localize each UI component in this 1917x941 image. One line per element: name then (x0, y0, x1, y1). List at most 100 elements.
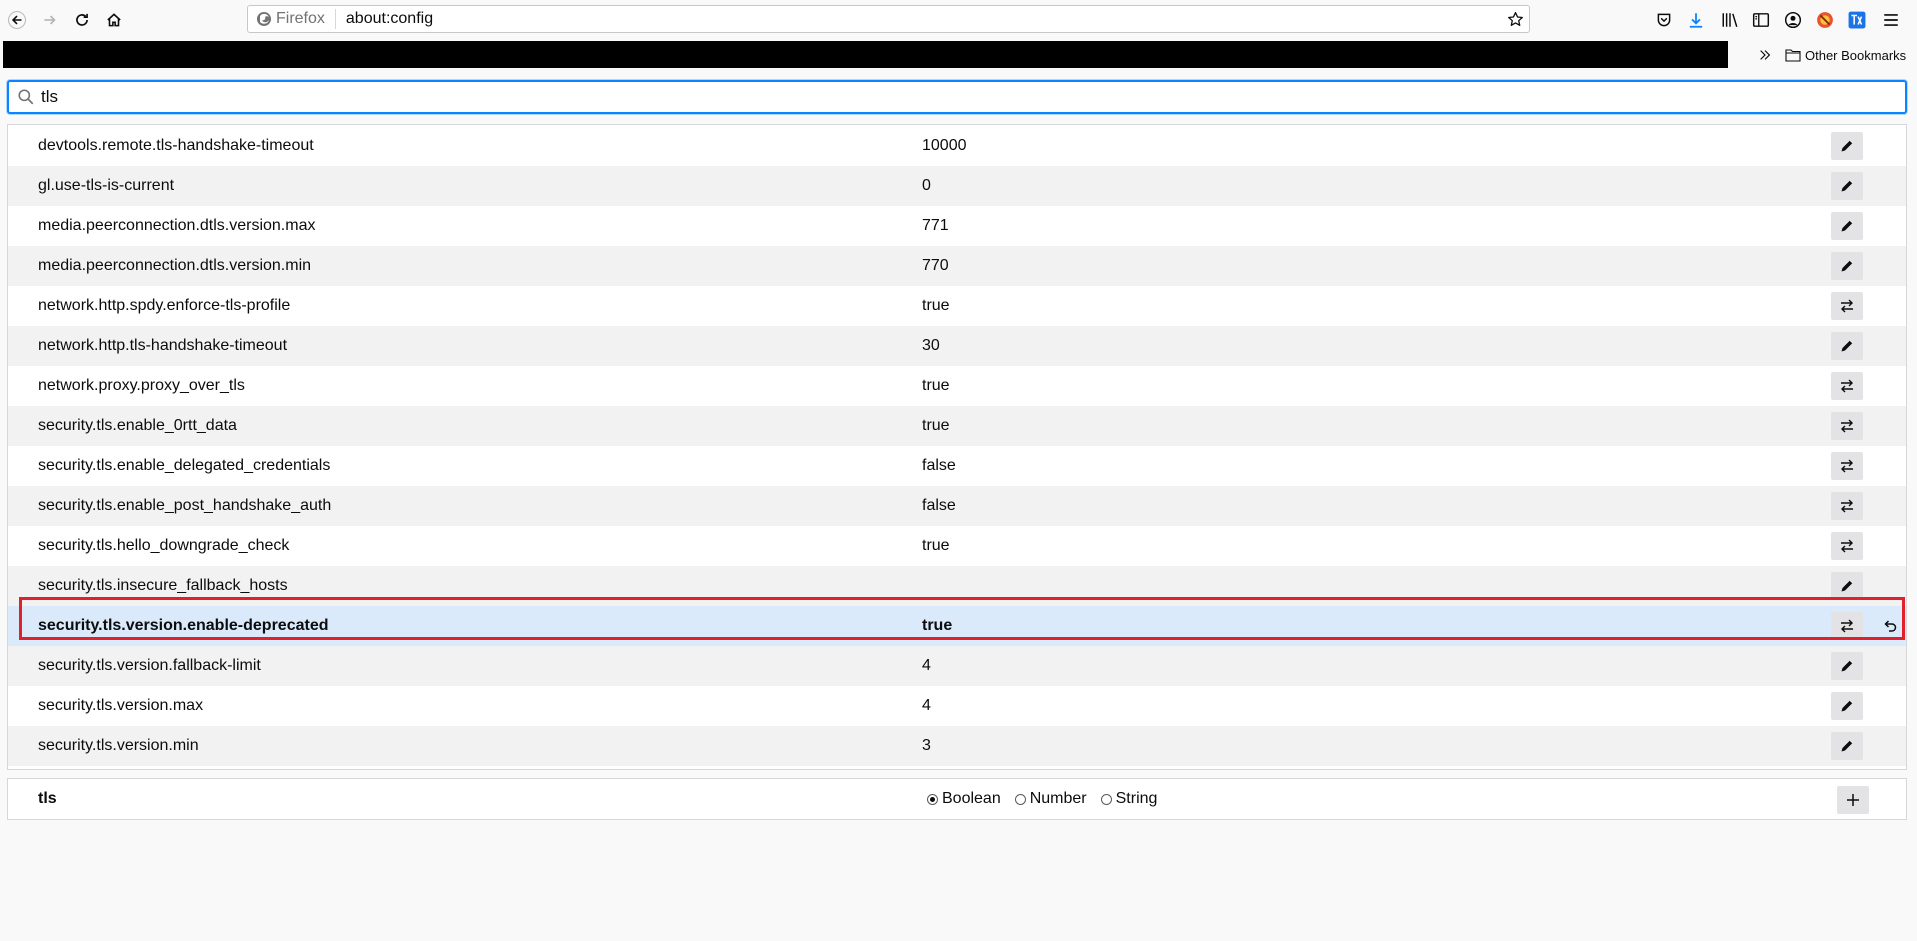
search-input[interactable] (41, 87, 1841, 107)
back-arrow-icon (8, 11, 26, 29)
pref-row[interactable]: media.peerconnection.dtls.version.min 770 (8, 246, 1906, 286)
translate-extension-button[interactable] (1845, 8, 1869, 32)
pref-row[interactable]: gl.use-tls-is-current 0 (8, 166, 1906, 206)
pref-value: true (922, 537, 950, 554)
edit-button[interactable] (1831, 172, 1863, 200)
extension-button[interactable] (1813, 8, 1837, 32)
radio-circle[interactable] (1100, 793, 1112, 805)
pref-row[interactable]: devtools.remote.tls-handshake-timeout 100… (8, 126, 1906, 166)
pref-value: true (922, 297, 950, 314)
pref-row[interactable]: network.http.spdy.enforce-tls-profile tru… (8, 286, 1906, 326)
pref-row[interactable]: security.tls.version.enable-deprecated tr… (8, 606, 1906, 646)
toggle-arrows-icon (1841, 619, 1853, 633)
pref-row[interactable]: security.tls.insecure_fallback_hosts (8, 566, 1906, 606)
toggle-button[interactable] (1831, 452, 1863, 480)
pref-row[interactable]: security.tls.version.fallback-limit 4 (8, 646, 1906, 686)
radio-circle[interactable] (1014, 793, 1026, 805)
library-icon (1722, 13, 1738, 27)
forward-button[interactable] (34, 4, 66, 36)
identity-box[interactable]: Firefox (248, 9, 336, 29)
pref-name: media.peerconnection.dtls.version.min (38, 257, 312, 274)
home-button[interactable] (98, 4, 130, 36)
edit-button[interactable] (1831, 332, 1863, 360)
pref-row[interactable]: media.peerconnection.dtls.version.max 771 (8, 206, 1906, 246)
navigation-toolbar: Firefox about:config (0, 0, 1917, 41)
edit-button[interactable] (1831, 252, 1863, 280)
pref-row[interactable]: network.http.tls-handshake-timeout 30 (8, 326, 1906, 366)
menu-button[interactable] (1879, 8, 1903, 32)
pref-row[interactable]: security.tls.enable_post_handshake_auth f… (8, 486, 1906, 526)
pencil-icon (1841, 140, 1853, 152)
sidebar-button[interactable] (1749, 8, 1773, 32)
pref-row[interactable]: security.tls.hello_downgrade_check true (8, 526, 1906, 566)
edit-button[interactable] (1831, 132, 1863, 160)
type-radio-boolean[interactable]: Boolean (927, 790, 1001, 808)
url-bar[interactable]: Firefox about:config (247, 5, 1530, 33)
pref-value: 0 (922, 177, 931, 194)
pref-name: security.tls.enable_post_handshake_auth (38, 497, 332, 514)
toggle-button[interactable] (1831, 492, 1863, 520)
radio-label: Number (1029, 790, 1087, 807)
add-preference-row: tls Boolean Number String (7, 778, 1907, 820)
pref-row[interactable]: security.tls.version.min 3 (8, 726, 1906, 766)
plus-icon (1847, 794, 1859, 806)
pref-row[interactable]: network.proxy.proxy_over_tls true (8, 366, 1906, 406)
toggle-arrows-icon (1841, 419, 1853, 433)
pref-name: gl.use-tls-is-current (38, 177, 175, 194)
toggle-arrows-icon (1841, 499, 1853, 513)
edit-button[interactable] (1831, 732, 1863, 760)
pencil-icon (1841, 700, 1853, 712)
redacted-bookmarks (3, 41, 1728, 68)
pref-name: security.tls.version.fallback-limit (38, 657, 261, 674)
pref-value: 771 (922, 217, 949, 234)
bookmarks-overflow-button[interactable] (1755, 45, 1775, 65)
toggle-button[interactable] (1831, 532, 1863, 560)
star-icon (1507, 11, 1523, 26)
pref-value: true (922, 417, 950, 434)
preferences-table: devtools.remote.tls-handshake-timeout 100… (7, 124, 1907, 770)
pref-name: security.tls.version.enable-deprecated (38, 617, 329, 634)
pref-row[interactable]: security.tls.version.max 4 (8, 686, 1906, 726)
reset-icon (1884, 620, 1897, 632)
account-button[interactable] (1781, 8, 1805, 32)
back-button[interactable] (1, 4, 33, 36)
bookmark-star-button[interactable] (1501, 5, 1529, 33)
url-text[interactable]: about:config (336, 10, 1501, 28)
type-radio-string[interactable]: String (1100, 790, 1158, 808)
pref-value: 4 (922, 657, 931, 674)
toggle-button[interactable] (1831, 292, 1863, 320)
toggle-button[interactable] (1831, 412, 1863, 440)
toggle-arrows-icon (1841, 379, 1853, 393)
translate-icon (1848, 11, 1866, 29)
edit-button[interactable] (1831, 692, 1863, 720)
pref-name: security.tls.hello_downgrade_check (38, 537, 290, 554)
pencil-icon (1841, 180, 1853, 192)
pref-name: network.http.spdy.enforce-tls-profile (38, 297, 291, 314)
save-to-pocket-button[interactable] (1652, 8, 1676, 32)
library-button[interactable] (1718, 8, 1742, 32)
pocket-icon (1657, 13, 1671, 27)
type-radio-number[interactable]: Number (1014, 790, 1087, 808)
pref-value: false (922, 457, 956, 474)
toggle-button[interactable] (1831, 612, 1863, 640)
reload-button[interactable] (66, 4, 98, 36)
radio-label: String (1115, 790, 1158, 807)
forward-arrow-icon (44, 15, 56, 25)
pref-row[interactable]: security.tls.enable_0rtt_data true (8, 406, 1906, 446)
edit-button[interactable] (1831, 652, 1863, 680)
reset-button[interactable] (1874, 612, 1906, 640)
pref-value: 3 (922, 737, 931, 754)
toggle-button[interactable] (1831, 372, 1863, 400)
identity-label: Firefox (276, 10, 325, 27)
edit-button[interactable] (1831, 572, 1863, 600)
downloads-button[interactable] (1684, 8, 1708, 32)
bookmarks-toolbar: Other Bookmarks (0, 40, 1917, 70)
toggle-arrows-icon (1841, 299, 1853, 313)
about-config-search[interactable] (7, 80, 1907, 114)
pref-row[interactable]: security.tls.enable_delegated_credential… (8, 446, 1906, 486)
edit-button[interactable] (1831, 212, 1863, 240)
other-bookmarks-folder[interactable]: Other Bookmarks (1785, 45, 1906, 65)
add-preference-button[interactable] (1837, 786, 1869, 814)
radio-circle[interactable] (927, 793, 938, 805)
pref-name: devtools.remote.tls-handshake-timeout (38, 137, 314, 154)
